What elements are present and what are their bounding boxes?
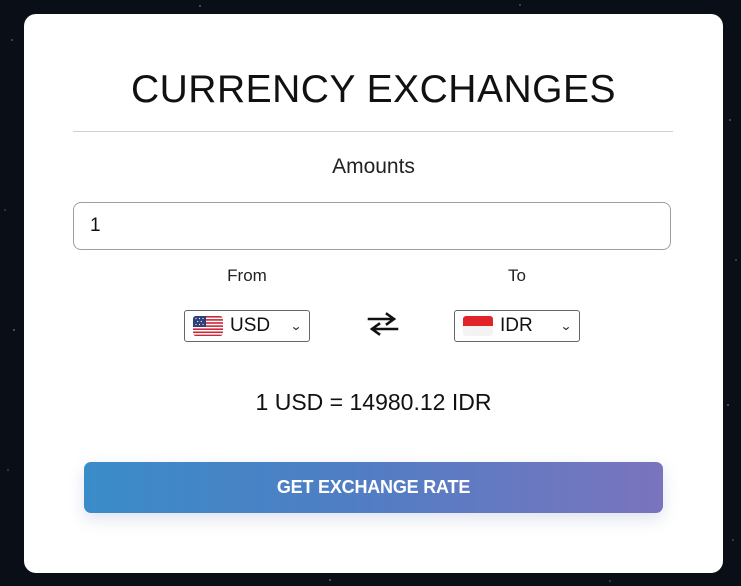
from-currency-code: USD — [230, 315, 271, 336]
to-currency-code: IDR — [500, 315, 533, 336]
title-divider — [73, 131, 673, 132]
to-currency-select[interactable]: IDR ⌄ — [454, 310, 580, 342]
id-flag-icon — [463, 316, 493, 336]
amount-input[interactable] — [73, 202, 671, 250]
chevron-down-icon: ⌄ — [559, 319, 573, 333]
amount-label: Amounts — [332, 155, 415, 178]
page-title: CURRENCY EXCHANGES — [130, 68, 617, 111]
from-currency-select[interactable]: USD ⌄ — [184, 310, 310, 342]
get-exchange-rate-button[interactable]: GET EXCHANGE RATE — [84, 462, 663, 513]
exchange-result: 1 USD = 14980.12 IDR — [255, 389, 492, 415]
to-label: To — [508, 266, 526, 285]
chevron-down-icon: ⌄ — [289, 319, 303, 333]
swap-arrows-icon[interactable] — [367, 311, 399, 337]
exchange-card: CURRENCY EXCHANGES Amounts From To USD ⌄ — [24, 14, 723, 573]
us-flag-icon — [193, 316, 223, 336]
from-label: From — [227, 266, 267, 285]
